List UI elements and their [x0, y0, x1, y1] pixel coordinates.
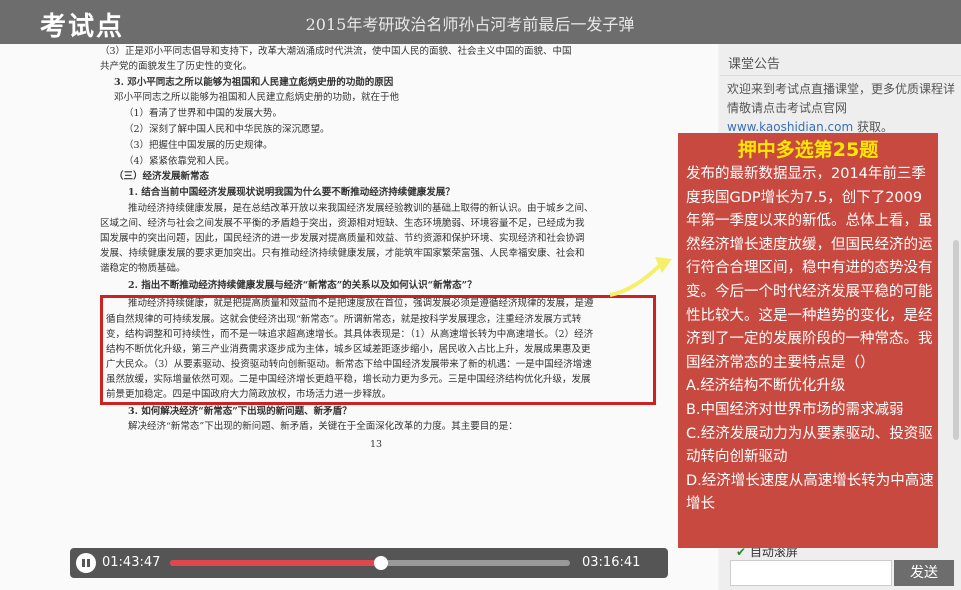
video-player-controls: 01:43:47 03:16:41 [70, 548, 668, 578]
option-b: B.中国经济对世界市场的需求减弱 [686, 401, 904, 418]
doc-line: 前景更加稳定。四是中国政府大力简政放权，市场活力进一步释放。 [106, 389, 392, 400]
option-c: C.经济发展动力为从要素驱动、投资驱动转向创新驱动 [686, 425, 933, 466]
doc-heading: 1. 结合当前中国经济发展现状说明我国为什么要不断推动经济持续健康发展？ [128, 187, 455, 198]
doc-line: （2）深刻了解中国人民和中华民族的深沉愿望。 [124, 124, 330, 135]
doc-heading: （三）经济发展新常态 [114, 171, 210, 182]
progress-handle[interactable] [374, 556, 389, 570]
page-number: 13 [370, 439, 383, 450]
popup-body: 发布的最新数据显示，2014年前三季度我国GDP增长为7.5，创下了2009年第… [686, 163, 936, 517]
course-title: 2015年考研政治名师孙占河考前最后一发子弹 [305, 15, 635, 34]
doc-line: （3）把握住中国发展的历史规律。 [124, 140, 273, 151]
doc-line: 区域之间、经济与社会之间发展不平衡的矛盾趋于突出，资源相对短缺、生态环境脆弱、环… [100, 218, 585, 229]
doc-line: 推动经济持续健康，就是把提高质量和效益而不是把速度放在首位，强调发展必须是遵循经… [128, 298, 594, 309]
divider [720, 75, 961, 76]
chat-scrollbar[interactable] [953, 240, 959, 440]
doc-line: （1）看清了世界和中国的发展大势。 [124, 108, 283, 119]
doc-line: 变，结构调整和可持续性，而不是一味追求超高速增长。其具体表现是：（1）从高速增长… [106, 329, 594, 340]
doc-heading: 2. 指出不断推动经济持续健康发展与经济“新常态”的关系以及如何认识“新常态”？ [128, 280, 477, 291]
pause-icon [87, 559, 90, 567]
notice-title: 课堂公告 [728, 57, 781, 72]
progress-fill [170, 560, 382, 566]
chat-input[interactable] [730, 560, 892, 586]
doc-line: 解决经济“新常态”下出现的新问题、新矛盾，关键在于全面深化改革的力度。其主要目的… [128, 421, 518, 432]
doc-line: （4）紧紧依靠党和人民。 [124, 156, 235, 167]
total-time: 03:16:41 [582, 555, 641, 570]
doc-line: 虽然放缓，实际增量依然可观。二是中国经济增长更趋平稳，增长动力更为多元。三是中国… [106, 374, 591, 385]
notice-suffix: 获取。 [853, 120, 893, 134]
option-d: D.经济增长速度从高速增长转为中高速增长 [686, 472, 934, 513]
pause-icon [82, 559, 85, 567]
doc-line: 结构不断优化升级，第三产业消费需求逐步成为主体，城乡区域差距逐步缩小，居民收入占… [106, 344, 591, 355]
doc-line: 谐稳定的物质基础。 [100, 263, 186, 274]
question-text: 发布的最新数据显示，2014年前三季度我国GDP增长为7.5，创下了2009年第… [686, 166, 933, 371]
doc-line: 邓小平同志之所以能够为祖国和人民建立彪炳史册的功勋，就在于他 [114, 92, 400, 103]
doc-line: 循自然规律的可持续发展。这就会使经济出现“新常态”。所谓新常态，就是按科学发展理… [106, 314, 582, 325]
current-time: 01:43:47 [102, 555, 161, 570]
notice-text: 欢迎来到考试点直播课堂，更多优质课程详情敬请点击考试点官网 [727, 82, 956, 115]
pointer-arrow-icon [609, 257, 672, 297]
doc-line: 国发展中的突出问题，因此，国民经济的进一步发展对提高质量和效益、节约资源和保护环… [100, 233, 585, 244]
doc-heading: 3. 邓小平同志之所以能够为祖国和人民建立彪炳史册的功勋的原因 [114, 77, 394, 88]
answer-popup: 押中多选第25题 发布的最新数据显示，2014年前三季度我国GDP增长为7.5，… [678, 133, 938, 548]
popup-title: 押中多选第25题 [737, 139, 879, 161]
doc-line: 广大民众。（3）从要素驱动、投资驱动转向创新驱动。新常态下给中国经济发展带来了新… [106, 359, 592, 370]
send-button[interactable]: 发送 [894, 560, 954, 586]
notice-link[interactable]: www.kaoshidian.com [727, 120, 853, 134]
notice-content: 欢迎来到考试点直播课堂，更多优质课程详情敬请点击考试点官网 www.kaoshi… [727, 80, 957, 137]
document-viewer: （3）正是邓小平同志倡导和支持下，改革大潮汹涌成时代洪流，使中国人民的面貌、社会… [0, 44, 718, 590]
pause-button[interactable] [76, 553, 96, 573]
progress-track[interactable] [170, 556, 570, 570]
doc-line: 推动经济持续健康发展，是在总结改革开放以来我国经济发展经验教训的基础上取得的新认… [128, 203, 594, 214]
doc-heading: 3. 如何解决经济“新常态”下出现的新问题、新矛盾？ [128, 406, 352, 417]
top-bar: 考试点 2015年考研政治名师孙占河考前最后一发子弹 [0, 0, 961, 44]
doc-line: 共产党的面貌发生了历史性的变化。 [100, 61, 253, 72]
option-a: A.经济结构不断优化升级 [686, 378, 846, 395]
doc-line: （3）正是邓小平同志倡导和支持下，改革大潮汹涌成时代洪流，使中国人民的面貌、社会… [100, 46, 572, 57]
kaoshidian-logo[interactable]: 考试点 [40, 6, 124, 43]
doc-line: 发展、持续健康发展的要求更加突出。只有推动经济持续健康发展，才能筑牢国家繁荣富强… [100, 248, 585, 259]
document-page: （3）正是邓小平同志倡导和支持下，改革大潮汹涌成时代洪流，使中国人民的面貌、社会… [100, 44, 660, 590]
